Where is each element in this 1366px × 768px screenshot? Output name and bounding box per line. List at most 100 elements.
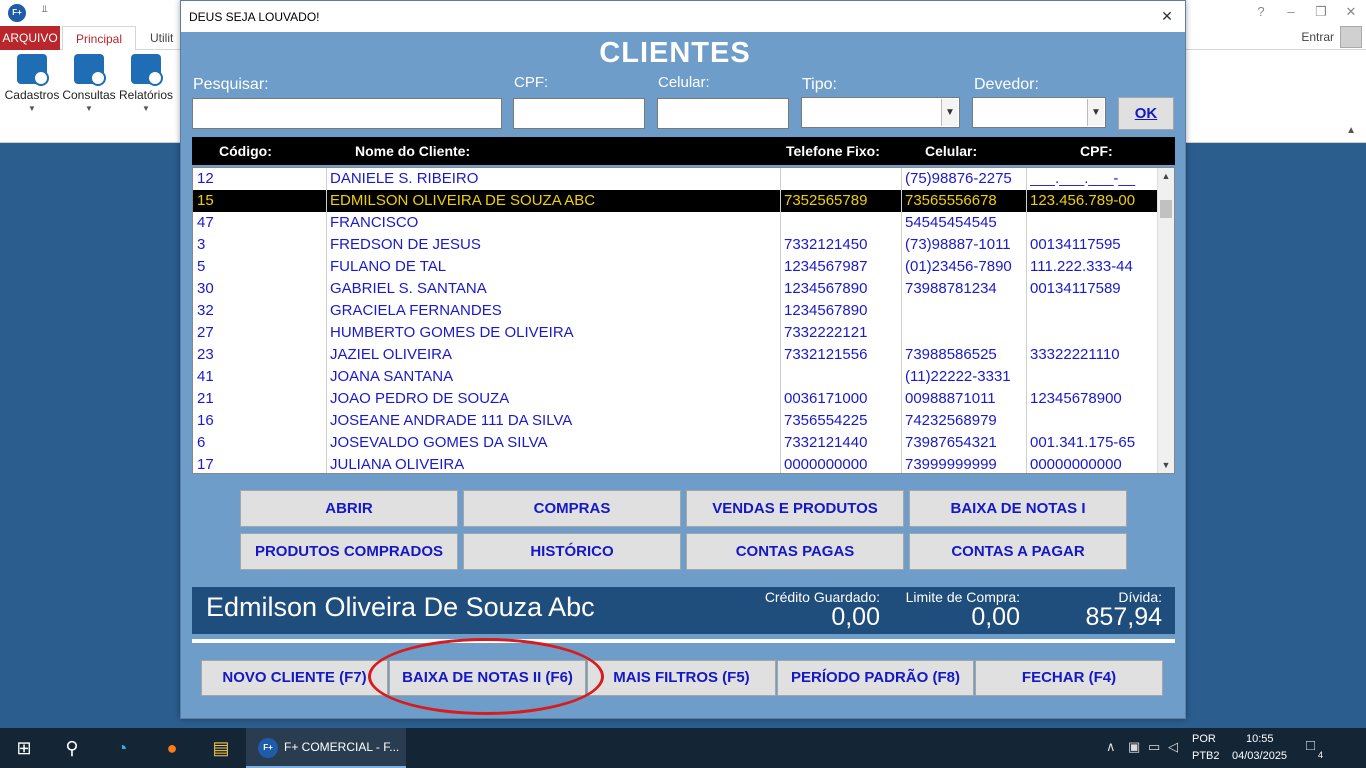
cell-celular: 73565556678 [905, 192, 997, 209]
cadastros-button[interactable]: Cadastros ▼ [3, 54, 61, 113]
cell-fixo: 7332121450 [784, 236, 868, 253]
table-row[interactable]: 12 DANIELE S. RIBEIRO (75)98876-2275 ___.__… [193, 168, 1158, 190]
window-controls: ? – ❐ ✕ [1246, 0, 1366, 24]
dialog-close-icon[interactable]: ✕ [1149, 1, 1185, 32]
device-icon[interactable]: ▣ [1128, 739, 1140, 755]
table-row[interactable]: 23 JAZIEL OLIVEIRA 7332121556 73988586525 33… [193, 344, 1158, 366]
clock-date[interactable]: 04/03/2025 [1232, 750, 1287, 762]
cell-code: 27 [197, 324, 214, 341]
table-row[interactable]: 27 HUMBERTO GOMES DE OLIVEIRA 7332222121 [193, 322, 1158, 344]
cell-name: JOANA SANTANA [330, 368, 454, 385]
notification-icon[interactable]: □ [1306, 737, 1315, 754]
client-list[interactable]: 17 JULIANA OLIVEIRA 0000000000 73999999999 0… [192, 167, 1175, 474]
tipo-select[interactable]: ▼ [801, 97, 960, 128]
periodo-padrao-button[interactable]: PERÍODO PADRÃO (F8) [777, 660, 974, 696]
dialog-title: DEUS SEJA LOUVADO! [189, 10, 320, 24]
cell-name: JOAO PEDRO DE SOUZA [330, 390, 510, 407]
contas-a-pagar-button[interactable]: CONTAS A PAGAR [909, 533, 1127, 570]
col-nome[interactable]: Nome do Cliente: [355, 143, 470, 159]
table-row[interactable]: 17 JULIANA OLIVEIRA 0000000000 73999999999 0… [193, 454, 1158, 473]
language-top[interactable]: POR [1192, 733, 1216, 745]
avatar[interactable] [1340, 26, 1362, 48]
search-icon[interactable]: ⚲ [58, 734, 86, 762]
table-row[interactable]: 6 JOSEVALDO GOMES DA SILVA 7332121440 73987… [193, 432, 1158, 454]
column-divider [901, 168, 902, 473]
mais-filtros-button[interactable]: MAIS FILTROS (F5) [587, 660, 776, 696]
ok-button[interactable]: OK [1118, 97, 1174, 130]
produtos-comprados-button[interactable]: PRODUTOS COMPRADOS [240, 533, 458, 570]
tab-utilit[interactable]: Utilit [150, 26, 173, 50]
cell-code: 47 [197, 214, 214, 231]
col-fixo[interactable]: Telefone Fixo: [786, 143, 880, 159]
table-row[interactable]: 16 JOSEANE ANDRADE 111 DA SILVA 7356554225… [193, 410, 1158, 432]
contas-pagas-button[interactable]: CONTAS PAGAS [686, 533, 904, 570]
cell-name: JAZIEL OLIVEIRA [330, 346, 452, 363]
tab-principal[interactable]: Principal [62, 26, 136, 51]
table-row[interactable]: 30 GABRIEL S. SANTANA 1234567890 7398878123… [193, 278, 1158, 300]
scroll-thumb[interactable] [1160, 200, 1172, 218]
baixa-notas-i-button[interactable]: BAIXA DE NOTAS I [909, 490, 1127, 527]
cell-name: EDMILSON OLIVEIRA DE SOUZA ABC [330, 192, 596, 209]
cell-celular: 73999999999 [905, 456, 997, 473]
cpf-input[interactable] [513, 98, 645, 129]
col-cpf[interactable]: CPF: [1080, 143, 1113, 159]
file-explorer-icon[interactable]: ▤ [207, 734, 235, 762]
cell-code: 17 [197, 456, 214, 473]
table-row[interactable]: 32 GRACIELA FERNANDES 1234567890 [193, 300, 1158, 322]
cell-name: DANIELE S. RIBEIRO [330, 170, 479, 187]
col-codigo[interactable]: Código: [219, 143, 272, 159]
relatorios-button[interactable]: Relatórios ▼ [117, 54, 175, 113]
help-icon[interactable]: ? [1246, 0, 1276, 24]
minimize-icon[interactable]: – [1276, 0, 1306, 24]
credito-value: 0,00 [831, 603, 880, 631]
cell-cpf: 00134117595 [1030, 236, 1121, 253]
chevron-up-icon[interactable]: ∧ [1106, 739, 1116, 755]
table-row[interactable]: 15 EDMILSON OLIVEIRA DE SOUZA ABC 73525657… [193, 190, 1158, 212]
clock-time[interactable]: 10:55 [1246, 733, 1274, 745]
chevron-down-icon: ▼ [142, 104, 150, 113]
cell-code: 15 [197, 192, 214, 209]
network-icon[interactable]: ▭ [1148, 739, 1160, 755]
table-row[interactable]: 3 FREDSON DE JESUS 7332121450 (73)98887-101… [193, 234, 1158, 256]
quick-access-caret-icon[interactable]: ⫫ [42, 4, 48, 15]
dialog-titlebar: DEUS SEJA LOUVADO! ✕ [181, 1, 1185, 32]
taskbar-item-fcomercial[interactable]: F+ F+ COMERCIAL - F... [246, 728, 406, 768]
edge-icon[interactable]: ◔ [108, 734, 136, 762]
firefox-icon[interactable]: ● [158, 734, 186, 762]
celular-input[interactable] [657, 98, 789, 129]
volume-icon[interactable]: ◁ [1168, 739, 1178, 755]
historico-button[interactable]: HISTÓRICO [463, 533, 681, 570]
sign-in-link[interactable]: Entrar [1301, 30, 1334, 44]
tab-arquivo[interactable]: ARQUIVO [0, 26, 60, 50]
taskbar: ⊞ ⚲ ◔ ● ▤ F+ F+ COMERCIAL - F... ∧ ▣ ▭ ◁… [0, 728, 1366, 768]
chevron-down-icon[interactable]: ▼ [1087, 99, 1104, 126]
fechar-button[interactable]: FECHAR (F4) [975, 660, 1163, 696]
collapse-ribbon-icon[interactable]: ▲ [1346, 125, 1356, 136]
scroll-up-icon[interactable]: ▲ [1158, 168, 1174, 184]
novo-cliente-button[interactable]: NOVO CLIENTE (F7) [201, 660, 388, 696]
table-row[interactable]: 41 JOANA SANTANA (11)22222-3331 [193, 366, 1158, 388]
list-scrollbar[interactable]: ▲ ▼ [1157, 168, 1174, 473]
scroll-down-icon[interactable]: ▼ [1158, 457, 1174, 473]
col-celular[interactable]: Celular: [925, 143, 977, 159]
devedor-label: Devedor: [974, 76, 1039, 93]
cell-fixo: 7332121440 [784, 434, 868, 451]
windows-start-icon[interactable]: ⊞ [10, 734, 38, 762]
table-row[interactable]: 47 FRANCISCO 54545454545 [193, 212, 1158, 234]
column-divider [780, 168, 781, 473]
chevron-down-icon[interactable]: ▼ [941, 99, 958, 126]
devedor-select[interactable]: ▼ [972, 97, 1106, 128]
search-input[interactable] [192, 98, 502, 129]
abrir-button[interactable]: ABRIR [240, 490, 458, 527]
relatorios-label: Relatórios [118, 88, 174, 102]
highlight-ellipse [368, 638, 604, 715]
consultas-label: Consultas [62, 88, 116, 102]
compras-button[interactable]: COMPRAS [463, 490, 681, 527]
vendas-produtos-button[interactable]: VENDAS E PRODUTOS [686, 490, 904, 527]
language-bottom[interactable]: PTB2 [1192, 750, 1220, 762]
table-row[interactable]: 21 JOAO PEDRO DE SOUZA 0036171000 009888710… [193, 388, 1158, 410]
consultas-button[interactable]: Consultas ▼ [60, 54, 118, 113]
table-row[interactable]: 5 FULANO DE TAL 1234567987 (01)23456-7890 11… [193, 256, 1158, 278]
restore-icon[interactable]: ❐ [1306, 0, 1336, 24]
close-icon[interactable]: ✕ [1336, 0, 1366, 24]
